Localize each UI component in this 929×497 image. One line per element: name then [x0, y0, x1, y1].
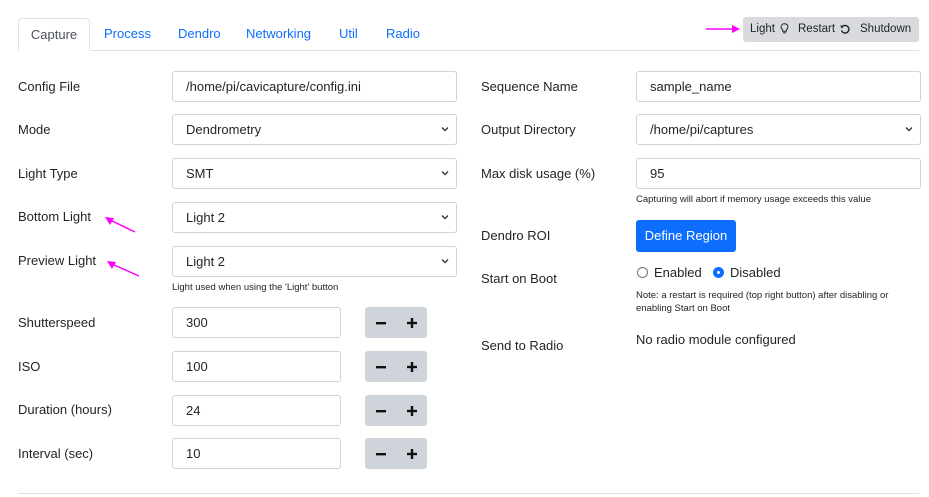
shutterspeed-input[interactable]: 300	[172, 307, 341, 338]
shutterspeed-stepper	[365, 307, 427, 338]
plus-icon	[406, 317, 417, 328]
output-directory-value: /home/pi/captures	[650, 122, 754, 137]
decrement-button[interactable]	[365, 307, 396, 338]
iso-label: ISO	[18, 359, 41, 374]
preview-light-value: Light 2	[186, 254, 226, 269]
light-type-label: Light Type	[18, 166, 78, 181]
define-region-button[interactable]: Define Region	[636, 220, 736, 252]
preview-light-select[interactable]: Light 2	[172, 246, 457, 277]
chevron-down-icon	[441, 127, 449, 132]
interval-stepper	[365, 438, 427, 469]
dendro-roi-label: Dendro ROI	[481, 228, 551, 243]
annotation-arrow	[105, 217, 136, 233]
interval-label: Interval (sec)	[18, 446, 94, 461]
chevron-down-icon	[441, 215, 449, 220]
tab-networking[interactable]: Networking	[246, 18, 311, 51]
iso-stepper	[365, 351, 427, 382]
radio-disabled-label[interactable]: Disabled	[730, 265, 781, 280]
light-type-value: SMT	[186, 166, 214, 181]
config-file-input[interactable]: /home/pi/cavicapture/config.ini	[172, 71, 457, 102]
preview-light-help: Light used when using the 'Light' button	[172, 282, 339, 293]
minus-icon	[375, 321, 386, 324]
plus-icon	[406, 405, 417, 416]
minus-icon	[375, 365, 386, 368]
decrement-button[interactable]	[365, 351, 396, 382]
mode-select[interactable]: Dendrometry	[172, 114, 457, 145]
send-to-radio-value: No radio module configured	[636, 332, 796, 347]
chevron-down-icon	[441, 259, 449, 264]
plus-icon	[406, 361, 417, 372]
tab-dendro[interactable]: Dendro	[178, 18, 221, 51]
max-disk-help: Capturing will abort if memory usage exc…	[636, 194, 871, 205]
output-directory-select[interactable]: /home/pi/captures	[636, 114, 921, 145]
shutterspeed-label: Shutterspeed	[18, 315, 96, 330]
shutdown-button[interactable]: Shutdown	[860, 17, 911, 42]
restart-button-label: Restart	[798, 23, 836, 35]
bottom-light-value: Light 2	[186, 210, 226, 225]
duration-stepper	[365, 395, 427, 426]
tab-process[interactable]: Process	[104, 18, 151, 51]
send-to-radio-label: Send to Radio	[481, 338, 564, 353]
light-button-label: Light	[750, 23, 775, 35]
output-directory-label: Output Directory	[481, 122, 576, 137]
mode-value: Dendrometry	[186, 122, 262, 137]
divider	[18, 493, 919, 494]
lightbulb-icon	[780, 23, 789, 34]
sequence-name-input[interactable]: sample_name	[636, 71, 921, 102]
bottom-light-select[interactable]: Light 2	[172, 202, 457, 233]
start-on-boot-label: Start on Boot	[481, 271, 557, 286]
restart-icon	[840, 24, 850, 34]
tab-capture[interactable]: Capture	[18, 18, 90, 51]
tab-util[interactable]: Util	[339, 18, 358, 51]
increment-button[interactable]	[396, 438, 427, 469]
increment-button[interactable]	[396, 307, 427, 338]
increment-button[interactable]	[396, 351, 427, 382]
light-type-select[interactable]: SMT	[172, 158, 457, 189]
duration-input[interactable]: 24	[172, 395, 341, 426]
decrement-button[interactable]	[365, 438, 396, 469]
minus-icon	[375, 409, 386, 412]
decrement-button[interactable]	[365, 395, 396, 426]
interval-input[interactable]: 10	[172, 438, 341, 469]
minus-icon	[375, 452, 386, 455]
system-button-group: Light Restart Shutdown	[743, 17, 919, 42]
chevron-down-icon	[905, 127, 913, 132]
radio-enabled-label[interactable]: Enabled	[654, 265, 702, 280]
max-disk-input[interactable]: 95	[636, 158, 921, 189]
tab-radio[interactable]: Radio	[386, 18, 420, 51]
bottom-light-label: Bottom Light	[18, 209, 91, 224]
chevron-down-icon	[441, 171, 449, 176]
preview-light-label: Preview Light	[18, 253, 97, 268]
max-disk-label: Max disk usage (%)	[481, 166, 596, 181]
radio-enabled[interactable]	[637, 267, 648, 278]
light-button[interactable]: Light	[750, 17, 789, 42]
sequence-name-label: Sequence Name	[481, 79, 578, 94]
annotation-arrow	[706, 25, 740, 33]
iso-input[interactable]: 100	[172, 351, 341, 382]
mode-label: Mode	[18, 122, 51, 137]
increment-button[interactable]	[396, 395, 427, 426]
annotation-arrow	[107, 261, 140, 277]
plus-icon	[406, 448, 417, 459]
config-file-label: Config File	[18, 79, 81, 94]
radio-disabled[interactable]	[713, 267, 724, 278]
start-on-boot-note: Note: a restart is required (top right b…	[636, 290, 889, 314]
duration-label: Duration (hours)	[18, 402, 112, 417]
restart-button[interactable]: Restart	[798, 17, 850, 42]
